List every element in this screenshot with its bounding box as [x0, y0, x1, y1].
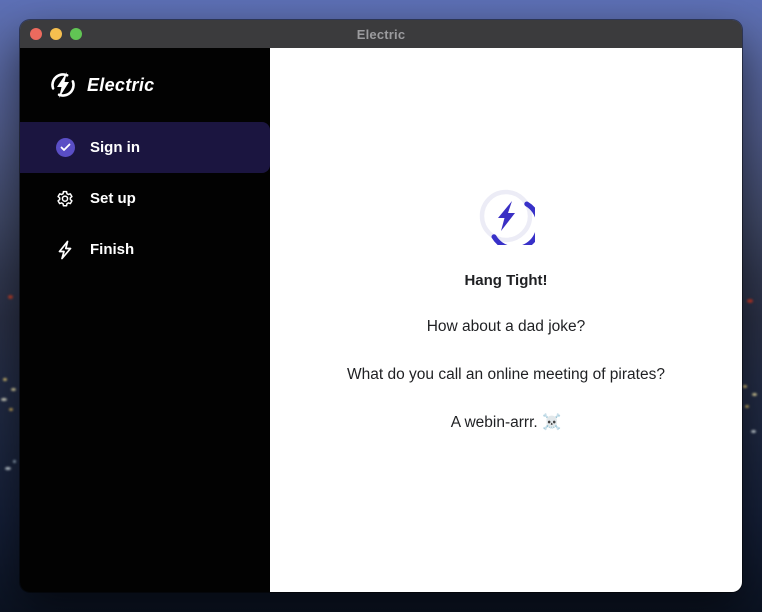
app-window: Electric Electric: [20, 20, 742, 592]
city-light: [9, 408, 13, 411]
titlebar[interactable]: Electric: [20, 20, 742, 48]
joke-question-line: What do you call an online meeting of pi…: [347, 365, 665, 385]
sidebar-item-set-up[interactable]: Set up: [20, 173, 270, 224]
loading-heading: Hang Tight!: [464, 272, 547, 289]
city-light: [743, 385, 747, 388]
city-light: [745, 405, 749, 408]
city-light: [751, 430, 756, 433]
sidebar-item-sign-in[interactable]: Sign in: [20, 122, 270, 173]
joke-intro-line: How about a dad joke?: [427, 317, 586, 337]
city-light: [747, 299, 753, 303]
city-light: [1, 398, 7, 401]
joke-punchline: A webin-arrr. ☠️: [451, 413, 562, 433]
sidebar-nav: Sign in Set up: [20, 122, 270, 275]
sidebar: Electric Sign in: [20, 48, 270, 592]
logo-text: Electric: [87, 75, 154, 96]
gear-icon: [55, 189, 75, 209]
boat-light: [5, 467, 11, 470]
check-circle-icon: [55, 138, 75, 158]
electric-bolt-logo-icon: [48, 70, 78, 100]
city-light: [11, 388, 16, 391]
city-light: [8, 295, 13, 299]
sidebar-item-label: Finish: [90, 241, 134, 258]
city-light: [3, 378, 7, 381]
window-body: Electric Sign in: [20, 48, 742, 592]
main-content: Hang Tight! How about a dad joke? What d…: [270, 48, 742, 592]
boat-light: [13, 460, 16, 463]
city-light: [752, 393, 757, 396]
sidebar-item-label: Set up: [90, 190, 136, 207]
sidebar-item-finish[interactable]: Finish: [20, 224, 270, 275]
sidebar-item-label: Sign in: [90, 139, 140, 156]
loading-spinner-icon: [477, 187, 535, 245]
app-logo: Electric: [20, 48, 270, 122]
window-title: Electric: [20, 27, 742, 42]
lightning-icon: [55, 240, 75, 260]
